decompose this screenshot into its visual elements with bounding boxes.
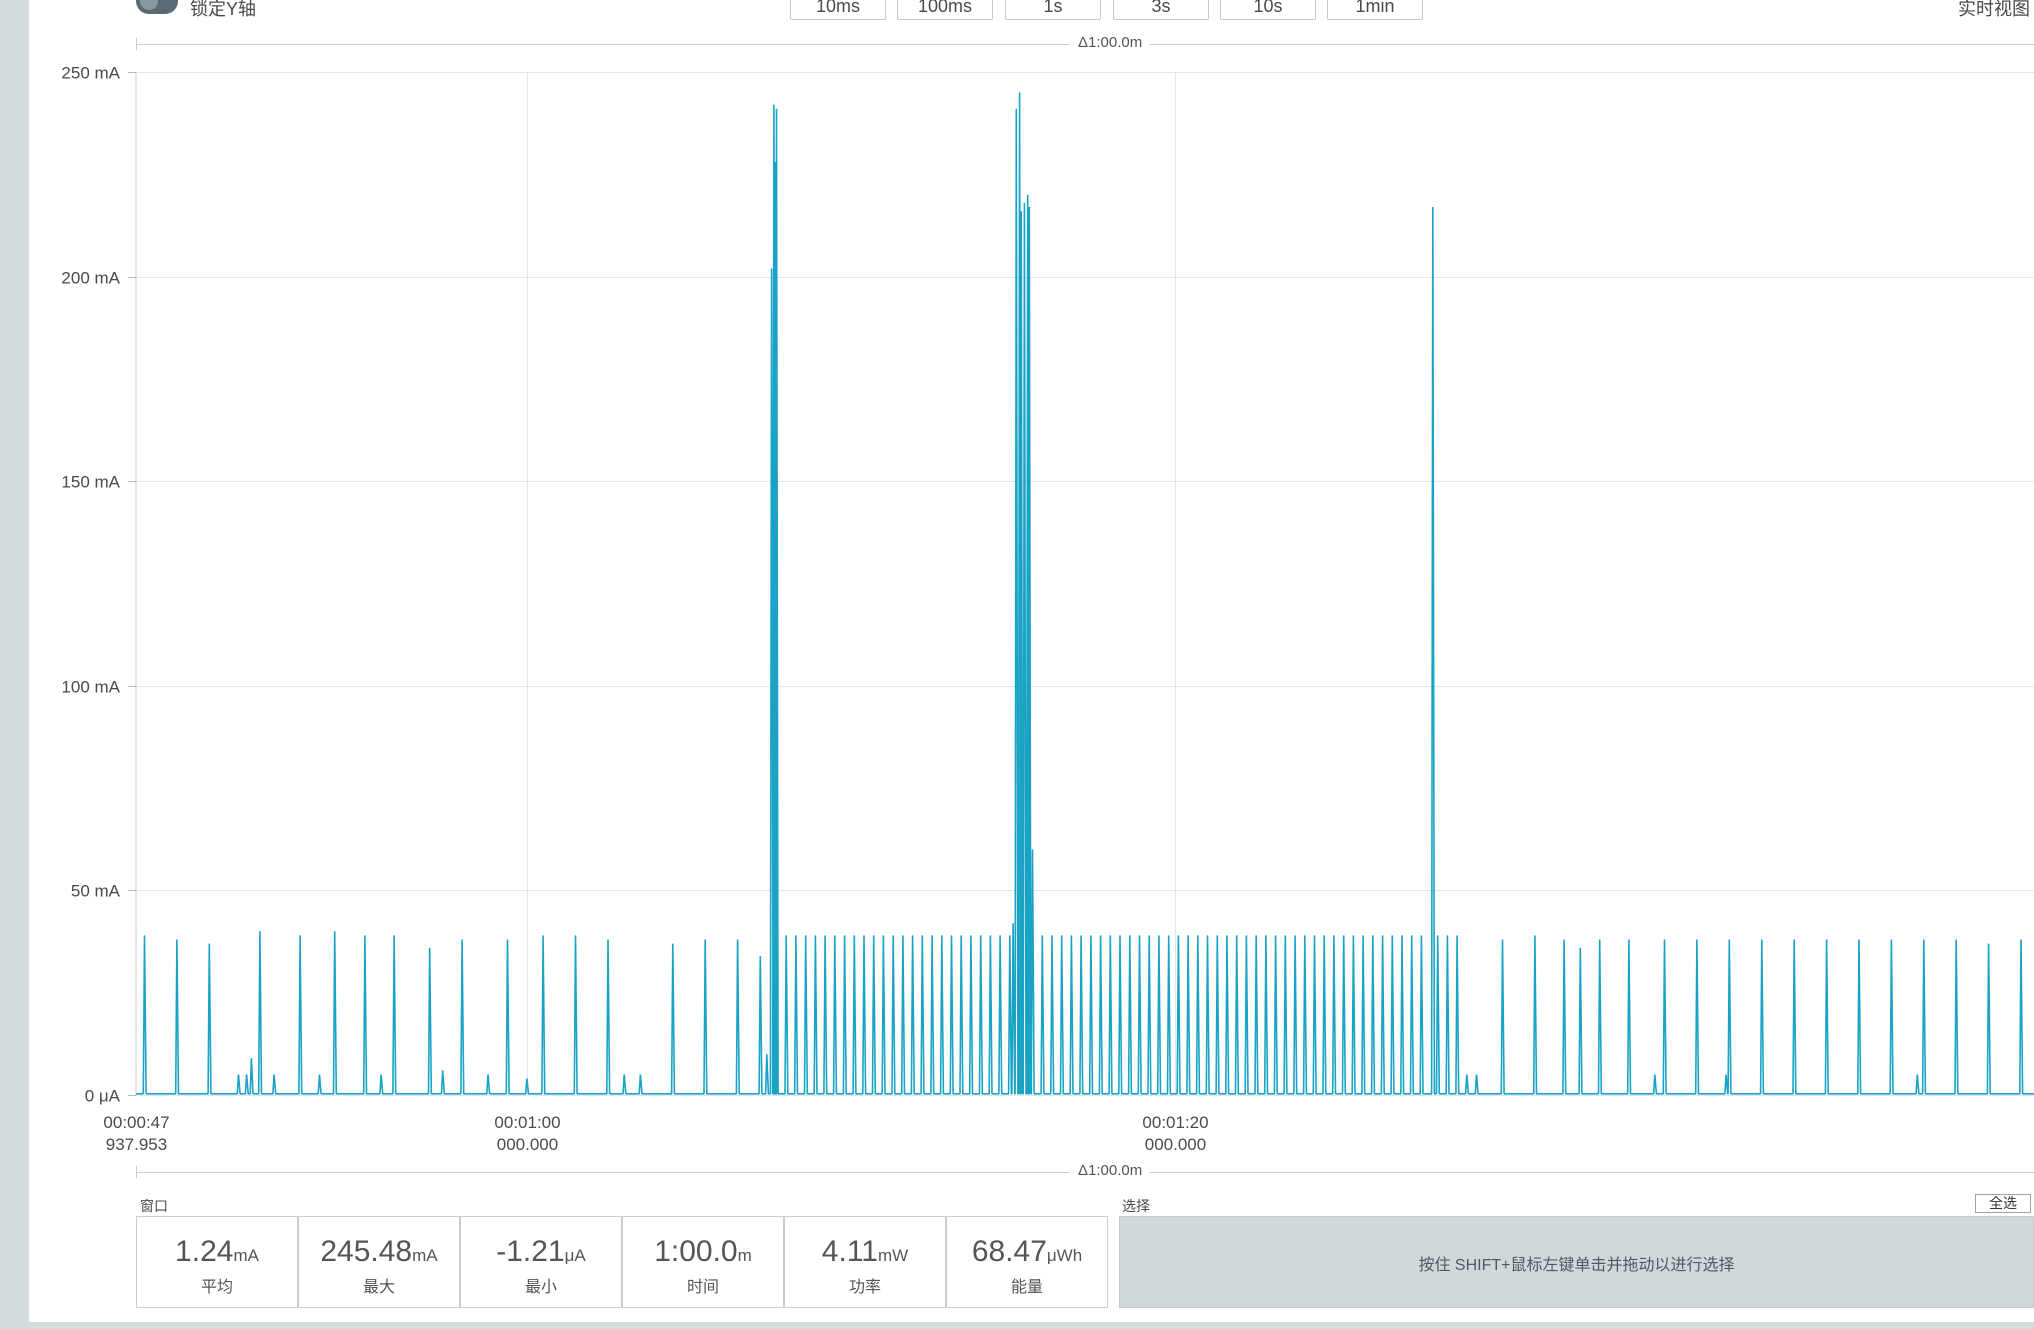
- stat-minimum: -1.21μA 最小: [460, 1216, 622, 1308]
- x-tick-label: 00:00:47: [103, 1113, 169, 1132]
- stat-time: 1:00.0m 时间: [622, 1216, 784, 1308]
- stat-unit: μWh: [1046, 1246, 1083, 1265]
- x-tick-label: 00:01:20: [1142, 1113, 1208, 1132]
- stat-unit: mA: [412, 1246, 438, 1265]
- y-tick-label: 150 mA: [61, 473, 120, 492]
- stat-label: 时间: [686, 1279, 719, 1296]
- stat-unit: mW: [877, 1246, 909, 1265]
- selection-hint: 按住 SHIFT+鼠标左键单击并拖动以进行选择: [1418, 1257, 1735, 1274]
- stat-value: 245.48: [320, 1235, 413, 1268]
- selection-section-label: 选择: [1122, 1198, 1150, 1214]
- stat-value: 68.47: [971, 1235, 1047, 1268]
- select-all-button[interactable]: 全选: [1975, 1194, 2031, 1213]
- current-trace: [136, 92, 2034, 1095]
- x-tick-label: 00:01:00: [494, 1113, 560, 1132]
- stat-power: 4.11mW 功率: [784, 1216, 946, 1308]
- stat-maximum: 245.48mA 最大: [298, 1216, 460, 1308]
- bottom-edge: [0, 1322, 2034, 1329]
- stat-unit: mA: [233, 1246, 259, 1265]
- x-tick-label: 937.953: [106, 1135, 167, 1154]
- stat-label: 平均: [200, 1279, 233, 1296]
- stat-value: 1:00.0: [654, 1235, 738, 1268]
- stat-value: 4.11: [821, 1235, 878, 1268]
- x-tick-label: 000.000: [497, 1135, 558, 1154]
- bottom-delta-label: Δ1:00.0m: [1070, 1162, 1151, 1179]
- current-chart[interactable]: 0 μA 50 mA 100 mA 150 mA 200 mA 250 mA 00:00:…: [0, 0, 2034, 1160]
- selection-area[interactable]: 按住 SHIFT+鼠标左键单击并拖动以进行选择: [1119, 1216, 2034, 1308]
- ruler-tick: [136, 1166, 137, 1178]
- stat-value: -1.21: [496, 1235, 565, 1268]
- y-tick-label: 50 mA: [71, 882, 121, 901]
- stat-label: 能量: [1010, 1279, 1043, 1296]
- y-tick-label: 200 mA: [61, 269, 120, 288]
- stat-label: 功率: [848, 1279, 881, 1296]
- stat-unit: m: [737, 1246, 752, 1265]
- window-section-label: 窗口: [140, 1198, 168, 1214]
- y-tick-label: 0 μA: [85, 1087, 121, 1106]
- stat-label: 最小: [524, 1279, 557, 1296]
- stat-value: 1.24: [175, 1235, 234, 1268]
- stat-average: 1.24mA 平均: [136, 1216, 298, 1308]
- x-tick-label: 000.000: [1145, 1135, 1206, 1154]
- stat-label: 最大: [362, 1279, 395, 1296]
- y-tick-label: 250 mA: [61, 64, 120, 83]
- stat-energy: 68.47μWh 能量: [946, 1216, 1108, 1308]
- stat-unit: μA: [564, 1246, 586, 1265]
- y-tick-label: 100 mA: [61, 678, 120, 697]
